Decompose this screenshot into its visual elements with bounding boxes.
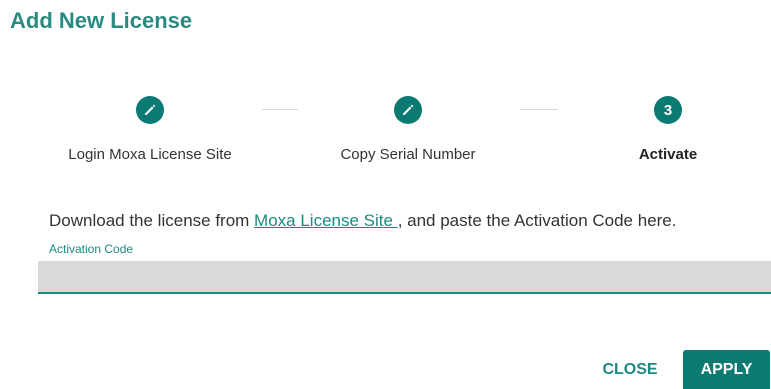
step-label-copy-serial: Copy Serial Number [340,146,476,163]
activation-code-label: Activation Code [49,242,134,256]
dialog-title: Add New License [10,8,193,33]
activation-code-input[interactable] [38,261,771,294]
stepper: Login Moxa License Site Copy Serial Numb… [0,96,771,176]
instruction-text: Download the license from Moxa License S… [49,211,677,231]
step-login: Login Moxa License Site [40,96,260,163]
step-activate: 3 Activate [558,96,771,163]
step-copy-serial: Copy Serial Number [298,96,518,163]
apply-button[interactable]: APPLY [683,350,770,389]
instruction-after: , and paste the Activation Code here. [397,211,677,230]
step-label-activate: Activate [638,146,698,163]
close-button[interactable]: CLOSE [595,352,665,388]
moxa-license-site-link[interactable]: Moxa License Site [254,211,398,230]
pencil-icon [394,96,422,124]
pencil-icon [136,96,164,124]
step-connector [262,109,298,110]
instruction-before: Download the license from [49,211,255,230]
step-connector [520,109,558,110]
step-number-badge: 3 [654,96,682,124]
step-label-login: Login Moxa License Site [68,146,232,163]
